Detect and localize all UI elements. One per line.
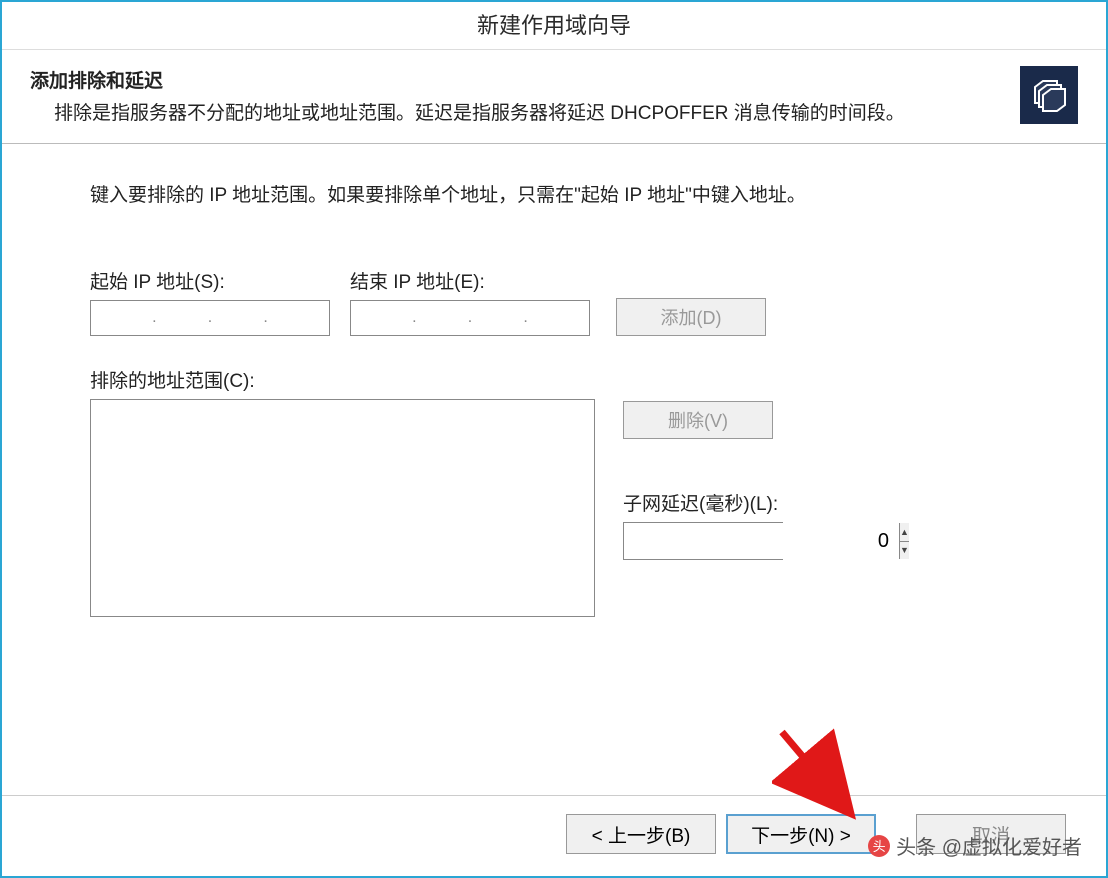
excluded-ranges-listbox[interactable] (90, 399, 595, 617)
spin-down-button[interactable]: ▼ (900, 542, 909, 560)
delay-spinner: ▲ ▼ (623, 522, 783, 560)
delay-group: 子网延迟(毫秒)(L): ▲ ▼ (623, 489, 783, 560)
ip-dot-icon: . (468, 309, 472, 327)
end-ip-input[interactable]: . . . (350, 300, 590, 336)
header-text-block: 添加排除和延迟 排除是指服务器不分配的地址或地址范围。延迟是指服务器将延迟 DH… (30, 66, 1000, 129)
title-text: 新建作用域向导 (477, 13, 631, 38)
spin-up-button[interactable]: ▲ (900, 523, 909, 542)
wizard-header: 添加排除和延迟 排除是指服务器不分配的地址或地址范围。延迟是指服务器将延迟 DH… (2, 50, 1106, 144)
ip-dot-icon: . (523, 309, 527, 327)
start-ip-group: 起始 IP 地址(S): . . . (90, 267, 330, 336)
wizard-body: 键入要排除的 IP 地址范围。如果要排除单个地址，只需在"起始 IP 地址"中键… (2, 144, 1106, 795)
end-ip-label: 结束 IP 地址(E): (350, 267, 590, 294)
page-description: 排除是指服务器不分配的地址或地址范围。延迟是指服务器将延迟 DHCPOFFER … (30, 99, 1000, 129)
wizard-icon (1020, 66, 1078, 124)
back-button[interactable]: < 上一步(B) (566, 814, 716, 854)
start-ip-input[interactable]: . . . (90, 300, 330, 336)
spinner-buttons: ▲ ▼ (899, 523, 909, 559)
wizard-window: 新建作用域向导 添加排除和延迟 排除是指服务器不分配的地址或地址范围。延迟是指服… (0, 0, 1108, 878)
exclude-row: 删除(V) 子网延迟(毫秒)(L): ▲ ▼ (90, 399, 1036, 617)
folder-stack-icon (1027, 73, 1071, 117)
window-title: 新建作用域向导 (2, 2, 1106, 50)
right-controls: 删除(V) 子网延迟(毫秒)(L): ▲ ▼ (623, 399, 783, 560)
delete-button[interactable]: 删除(V) (623, 401, 773, 439)
ip-dot-icon: . (152, 309, 156, 327)
ip-dot-icon: . (412, 309, 416, 327)
cancel-button[interactable]: 取消 (916, 814, 1066, 854)
instruction-text: 键入要排除的 IP 地址范围。如果要排除单个地址，只需在"起始 IP 地址"中键… (90, 180, 1036, 207)
exclude-list-label: 排除的地址范围(C): (90, 366, 1036, 393)
end-ip-group: 结束 IP 地址(E): . . . (350, 267, 590, 336)
ip-dot-icon: . (263, 309, 267, 327)
wizard-footer: < 上一步(B) 下一步(N) > 取消 头 头条 @虚拟化爱好者 (2, 795, 1106, 876)
page-heading: 添加排除和延迟 (30, 66, 1000, 93)
ip-input-row: 起始 IP 地址(S): . . . 结束 IP 地址(E): . . . 添 (90, 267, 1036, 336)
delay-input[interactable] (624, 523, 899, 559)
add-button[interactable]: 添加(D) (616, 298, 766, 336)
delay-label: 子网延迟(毫秒)(L): (623, 489, 783, 516)
ip-dot-icon: . (208, 309, 212, 327)
next-button[interactable]: 下一步(N) > (726, 814, 876, 854)
start-ip-label: 起始 IP 地址(S): (90, 267, 330, 294)
